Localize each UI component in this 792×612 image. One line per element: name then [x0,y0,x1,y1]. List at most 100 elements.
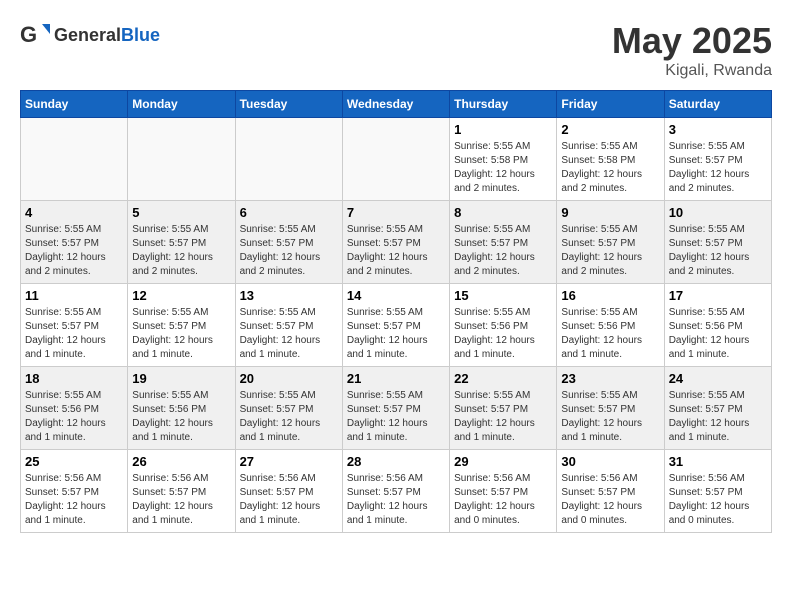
calendar-col-header: Sunday [21,91,128,118]
day-info: Sunrise: 5:55 AM Sunset: 5:57 PM Dayligh… [669,140,767,196]
day-info: Sunrise: 5:56 AM Sunset: 5:57 PM Dayligh… [240,472,338,528]
calendar-day-cell: 7 Sunrise: 5:55 AM Sunset: 5:57 PM Daylig… [342,201,449,284]
day-number: 16 [561,288,659,303]
day-info: Sunrise: 5:55 AM Sunset: 5:57 PM Dayligh… [132,223,230,279]
calendar-day-cell: 14 Sunrise: 5:55 AM Sunset: 5:57 PM Dayli… [342,284,449,367]
day-number: 15 [454,288,552,303]
calendar-day-cell: 27 Sunrise: 5:56 AM Sunset: 5:57 PM Dayli… [235,450,342,533]
calendar-table: SundayMondayTuesdayWednesdayThursdayFrid… [20,90,772,533]
calendar-day-cell [128,118,235,201]
calendar-day-cell: 28Sunrise: 5:56 AM Sunset: 5:57 PM Dayli… [342,450,449,533]
day-info: Sunrise: 5:55 AM Sunset: 5:57 PM Dayligh… [25,306,123,362]
day-number: 17 [669,288,767,303]
calendar-day-cell: 21Sunrise: 5:55 AM Sunset: 5:57 PM Dayli… [342,367,449,450]
month-year-title: May 2025 [612,20,772,62]
calendar-col-header: Wednesday [342,91,449,118]
calendar-day-cell: 18 Sunrise: 5:55 AM Sunset: 5:56 PM Dayli… [21,367,128,450]
calendar-col-header: Saturday [664,91,771,118]
day-number: 19 [132,371,230,386]
calendar-day-cell: 20 Sunrise: 5:55 AM Sunset: 5:57 PM Dayli… [235,367,342,450]
calendar-day-cell: 2 Sunrise: 5:55 AM Sunset: 5:58 PM Daylig… [557,118,664,201]
svg-text:G: G [20,22,37,47]
day-info: Sunrise: 5:56 AM Sunset: 5:57 PM Dayligh… [561,472,659,528]
calendar-day-cell: 23Sunrise: 5:55 AM Sunset: 5:57 PM Dayli… [557,367,664,450]
day-info: Sunrise: 5:55 AM Sunset: 5:56 PM Dayligh… [25,389,123,445]
calendar-day-cell [235,118,342,201]
day-number: 1 [454,122,552,137]
calendar-day-cell: 3 Sunrise: 5:55 AM Sunset: 5:57 PM Daylig… [664,118,771,201]
calendar-week-row: 25Sunrise: 5:56 AM Sunset: 5:57 PM Dayli… [21,450,772,533]
calendar-day-cell: 26 Sunrise: 5:56 AM Sunset: 5:57 PM Dayli… [128,450,235,533]
calendar-week-row: 18 Sunrise: 5:55 AM Sunset: 5:56 PM Dayli… [21,367,772,450]
day-number: 29 [454,454,552,469]
logo-general-text: General [54,25,121,45]
calendar-week-row: 11 Sunrise: 5:55 AM Sunset: 5:57 PM Dayli… [21,284,772,367]
day-number: 4 [25,205,123,220]
day-number: 13 [240,288,338,303]
calendar-day-cell: 9 Sunrise: 5:55 AM Sunset: 5:57 PM Daylig… [557,201,664,284]
calendar-day-cell: 11 Sunrise: 5:55 AM Sunset: 5:57 PM Dayli… [21,284,128,367]
calendar-week-row: 4 Sunrise: 5:55 AM Sunset: 5:57 PM Daylig… [21,201,772,284]
day-info: Sunrise: 5:55 AM Sunset: 5:58 PM Dayligh… [561,140,659,196]
day-number: 21 [347,371,445,386]
calendar-day-cell: 8 Sunrise: 5:55 AM Sunset: 5:57 PM Daylig… [450,201,557,284]
day-info: Sunrise: 5:55 AM Sunset: 5:57 PM Dayligh… [240,223,338,279]
day-info: Sunrise: 5:55 AM Sunset: 5:57 PM Dayligh… [25,223,123,279]
day-info: Sunrise: 5:55 AM Sunset: 5:56 PM Dayligh… [132,389,230,445]
calendar-col-header: Monday [128,91,235,118]
location-subtitle: Kigali, Rwanda [612,62,772,80]
logo-blue-text: Blue [121,25,160,45]
calendar-day-cell: 19 Sunrise: 5:55 AM Sunset: 5:56 PM Dayli… [128,367,235,450]
calendar-day-cell: 5 Sunrise: 5:55 AM Sunset: 5:57 PM Daylig… [128,201,235,284]
calendar-day-cell: 10 Sunrise: 5:55 AM Sunset: 5:57 PM Dayli… [664,201,771,284]
day-number: 3 [669,122,767,137]
day-info: Sunrise: 5:56 AM Sunset: 5:57 PM Dayligh… [132,472,230,528]
day-info: Sunrise: 5:55 AM Sunset: 5:57 PM Dayligh… [347,306,445,362]
calendar-day-cell: 13 Sunrise: 5:55 AM Sunset: 5:57 PM Dayli… [235,284,342,367]
day-number: 8 [454,205,552,220]
day-info: Sunrise: 5:55 AM Sunset: 5:56 PM Dayligh… [454,306,552,362]
day-number: 26 [132,454,230,469]
day-info: Sunrise: 5:55 AM Sunset: 5:57 PM Dayligh… [669,223,767,279]
day-number: 5 [132,205,230,220]
calendar-day-cell: 22Sunrise: 5:55 AM Sunset: 5:57 PM Dayli… [450,367,557,450]
calendar-day-cell: 16 Sunrise: 5:55 AM Sunset: 5:56 PM Dayli… [557,284,664,367]
calendar-col-header: Thursday [450,91,557,118]
day-number: 11 [25,288,123,303]
calendar-col-header: Friday [557,91,664,118]
day-info: Sunrise: 5:55 AM Sunset: 5:57 PM Dayligh… [561,223,659,279]
calendar-day-cell [342,118,449,201]
day-number: 10 [669,205,767,220]
day-number: 27 [240,454,338,469]
day-info: Sunrise: 5:55 AM Sunset: 5:57 PM Dayligh… [240,389,338,445]
day-number: 2 [561,122,659,137]
calendar-col-header: Tuesday [235,91,342,118]
day-number: 12 [132,288,230,303]
calendar-day-cell: 25Sunrise: 5:56 AM Sunset: 5:57 PM Dayli… [21,450,128,533]
day-info: Sunrise: 5:55 AM Sunset: 5:57 PM Dayligh… [240,306,338,362]
calendar-day-cell: 6 Sunrise: 5:55 AM Sunset: 5:57 PM Daylig… [235,201,342,284]
day-number: 7 [347,205,445,220]
calendar-day-cell: 15 Sunrise: 5:55 AM Sunset: 5:56 PM Dayli… [450,284,557,367]
day-info: Sunrise: 5:55 AM Sunset: 5:57 PM Dayligh… [669,389,767,445]
calendar-day-cell: 31Sunrise: 5:56 AM Sunset: 5:57 PM Dayli… [664,450,771,533]
day-info: Sunrise: 5:56 AM Sunset: 5:57 PM Dayligh… [347,472,445,528]
day-info: Sunrise: 5:55 AM Sunset: 5:57 PM Dayligh… [347,223,445,279]
day-number: 6 [240,205,338,220]
day-number: 30 [561,454,659,469]
day-info: Sunrise: 5:55 AM Sunset: 5:56 PM Dayligh… [669,306,767,362]
calendar-day-cell: 1Sunrise: 5:55 AM Sunset: 5:58 PM Daylig… [450,118,557,201]
calendar-day-cell [21,118,128,201]
calendar-week-row: 1 Sunrise: 5:55 AM Sunset: 5:58 PM Daylig… [21,118,772,201]
day-number: 18 [25,371,123,386]
calendar-day-cell: 24Sunrise: 5:55 AM Sunset: 5:57 PM Dayli… [664,367,771,450]
day-info: Sunrise: 5:55 AM Sunset: 5:56 PM Dayligh… [561,306,659,362]
day-number: 20 [240,371,338,386]
calendar-day-cell: 29 Sunrise: 5:56 AM Sunset: 5:57 PM Dayli… [450,450,557,533]
day-number: 14 [347,288,445,303]
day-info: Sunrise: 5:55 AM Sunset: 5:57 PM Dayligh… [454,223,552,279]
day-info: Sunrise: 5:56 AM Sunset: 5:57 PM Dayligh… [25,472,123,528]
day-number: 9 [561,205,659,220]
day-info: Sunrise: 5:56 AM Sunset: 5:57 PM Dayligh… [454,472,552,528]
calendar-day-cell: 12Sunrise: 5:55 AM Sunset: 5:57 PM Dayli… [128,284,235,367]
